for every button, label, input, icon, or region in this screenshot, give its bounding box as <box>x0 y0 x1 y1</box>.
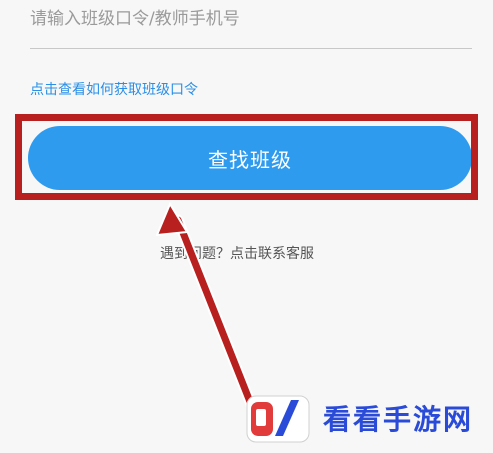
how-to-get-code-link[interactable]: 点击查看如何获取班级口令 <box>30 79 198 99</box>
highlight-box <box>15 114 478 200</box>
contact-support-link[interactable]: 遇到问题？点击联系客服 <box>160 243 314 263</box>
watermark-text: 看看手游网 <box>323 403 474 436</box>
watermark: 看看手游网 <box>245 392 490 444</box>
annotation-arrow <box>155 201 268 438</box>
watermark-logo-icon <box>246 395 310 443</box>
class-code-input[interactable] <box>30 4 472 34</box>
search-field-container <box>30 0 472 49</box>
arrowhead-icon <box>155 201 189 237</box>
